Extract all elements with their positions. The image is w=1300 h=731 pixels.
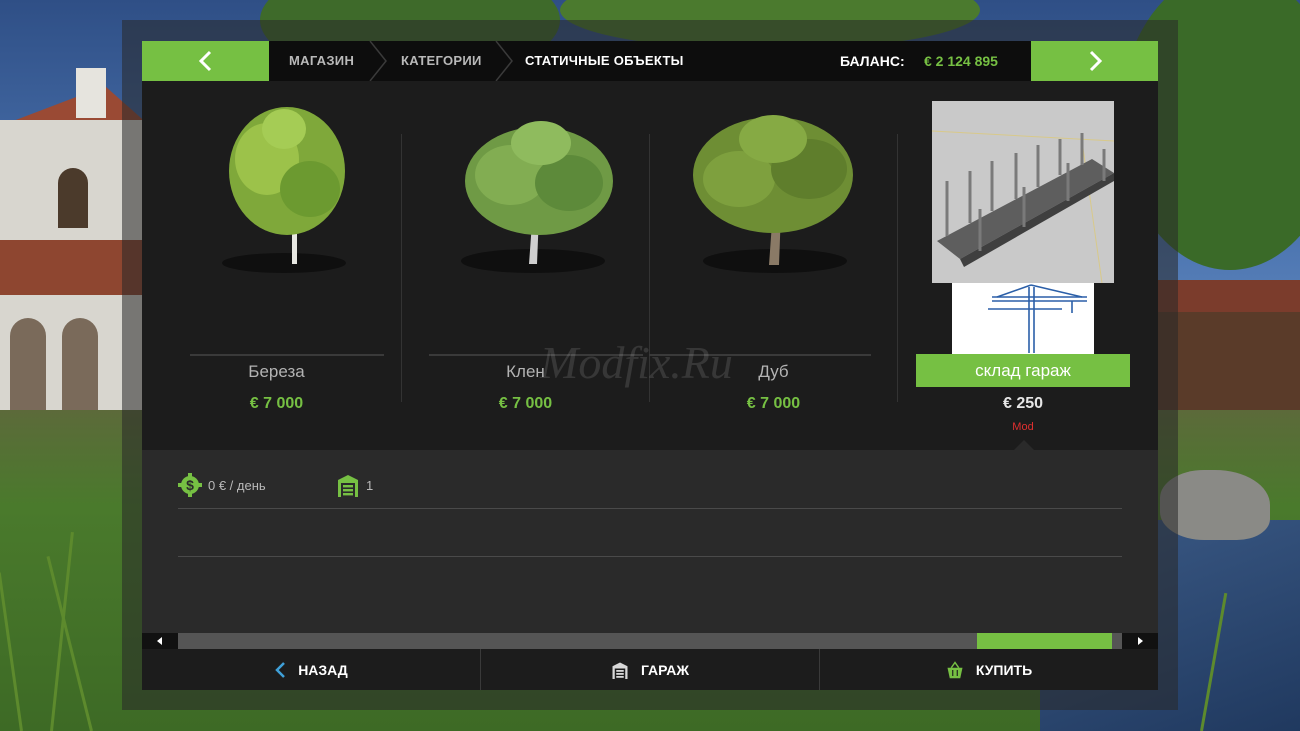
birch-tree-icon [222, 107, 346, 273]
selected-item-price: € 250 [1002, 395, 1044, 412]
divider-line [178, 508, 1122, 509]
back-button[interactable]: НАЗАД [142, 649, 480, 690]
scroll-left-button[interactable] [142, 633, 178, 649]
garage-icon [338, 475, 358, 497]
upkeep-value: 0 € / день [208, 477, 266, 493]
back-label: НАЗАД [298, 661, 348, 678]
house-arch [62, 318, 98, 413]
watermark: Modfix.Ru [540, 337, 733, 388]
breadcrumb-separator-icon [369, 41, 387, 81]
divider-line [178, 556, 1122, 557]
item-price: € 7 000 [498, 395, 553, 412]
chevron-left-icon [198, 50, 211, 72]
prev-page-button[interactable] [142, 41, 269, 81]
crane-logo-icon [960, 284, 1087, 353]
shop-header: МАГАЗИН КАТЕГОРИИ СТАТИЧНЫЕ ОБЪЕКТЫ БАЛА… [142, 41, 1158, 81]
triangle-right-icon [1138, 637, 1143, 645]
count-row: 1 [336, 473, 373, 497]
item-details-panel: $ 0 € / день 1 [142, 440, 1158, 633]
chevron-right-icon [1089, 50, 1102, 72]
garage-structure-icon [932, 101, 1114, 283]
breadcrumb-categories[interactable]: КАТЕГОРИИ [401, 41, 482, 81]
upkeep-row: $ 0 € / день [178, 473, 266, 497]
selected-item-name[interactable]: склад гараж [916, 354, 1130, 387]
item-price: € 7 000 [746, 395, 801, 412]
specstroy-logo [952, 283, 1094, 354]
next-page-button[interactable] [1031, 41, 1158, 81]
breadcrumb-static-objects: СТАТИЧНЫЕ ОБЪЕКТЫ [525, 53, 684, 68]
garage-icon [611, 661, 629, 679]
item-price: € 7 000 [249, 395, 304, 412]
shop-item-birch[interactable]: Береза € 7 000 [152, 81, 401, 450]
breadcrumb-separator-icon [495, 41, 513, 81]
garage-button[interactable]: ГАРАЖ [481, 649, 819, 690]
shop-item-oak[interactable]: Дуб € 7 000 [649, 81, 898, 450]
house-window [58, 168, 88, 228]
chimney [76, 68, 106, 118]
scrollbar-thumb[interactable] [977, 633, 1112, 649]
house-arch [10, 318, 46, 413]
selected-item-thumbnail[interactable] [932, 101, 1114, 283]
buy-button[interactable]: КУПИТЬ [820, 649, 1158, 690]
money-gear-icon: $ [178, 473, 202, 497]
selection-pointer [1014, 440, 1034, 450]
action-bar: НАЗАД ГАРАЖ КУПИТЬ [142, 649, 1158, 690]
item-name: Береза [248, 362, 305, 381]
maple-tree-icon [461, 121, 613, 273]
svg-text:$: $ [186, 477, 194, 493]
garage-label: ГАРАЖ [640, 661, 690, 678]
item-underline [190, 354, 384, 356]
shop-item-maple[interactable]: Клен € 7 000 [401, 81, 650, 450]
shopping-basket-icon [946, 660, 964, 679]
mod-tag: Mod [1012, 421, 1034, 433]
breadcrumb-shop[interactable]: МАГАЗИН [289, 41, 354, 81]
horizontal-scrollbar[interactable] [142, 633, 1158, 649]
scroll-right-button[interactable] [1122, 633, 1158, 649]
item-divider [897, 134, 898, 402]
count-value: 1 [366, 477, 374, 493]
balance-value: € 2 124 895 [924, 53, 998, 69]
oak-tree-icon [693, 115, 853, 273]
chevron-left-icon [274, 661, 286, 679]
buy-label: КУПИТЬ [975, 661, 1033, 678]
triangle-left-icon [157, 637, 162, 645]
balance-label: БАЛАНС: [840, 53, 905, 69]
